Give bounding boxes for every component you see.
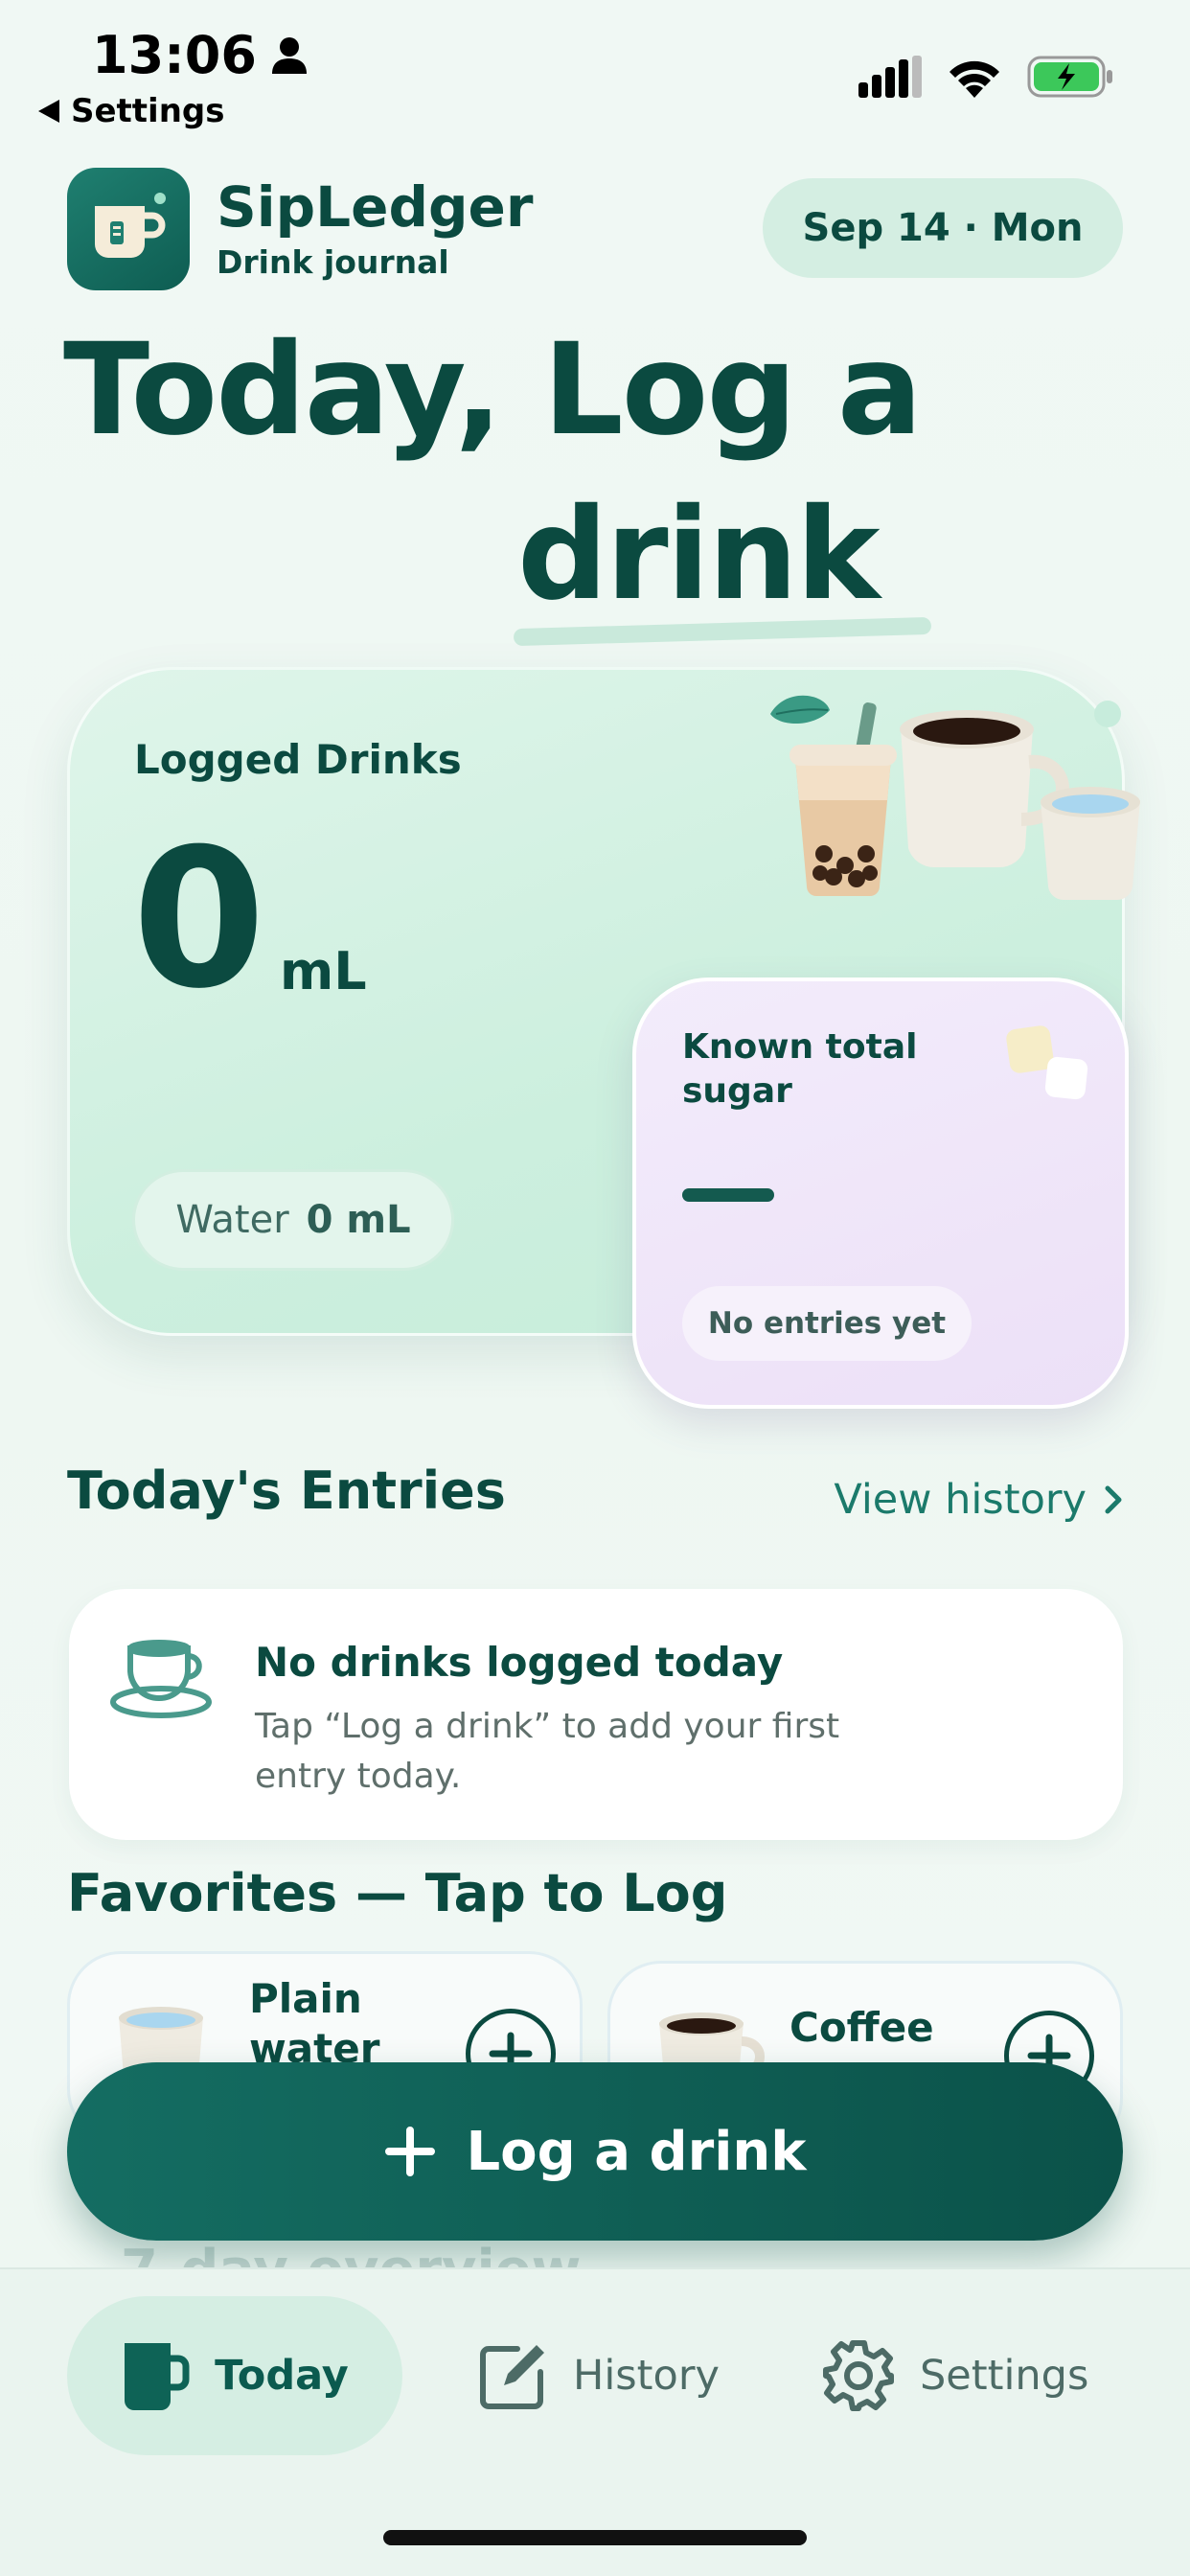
app-logo	[67, 168, 190, 290]
drinks-illustration	[770, 695, 1140, 901]
summary-value: 0	[132, 808, 266, 1031]
sugar-empty-dash	[682, 1188, 774, 1202]
entries-title: Today's Entries	[67, 1460, 506, 1521]
summary-label: Logged Drinks	[134, 736, 462, 783]
water-pill: Water 0 mL	[132, 1169, 454, 1271]
status-time: 13:06	[92, 25, 309, 85]
view-history-link[interactable]: View history	[834, 1476, 1123, 1524]
mug-icon	[125, 2343, 190, 2410]
person-icon	[271, 36, 307, 74]
favorite-label-coffee: Coffee	[790, 2004, 934, 2051]
back-triangle-icon	[38, 100, 59, 123]
battery-charging-icon	[1027, 56, 1112, 98]
cellular-signal-icon	[858, 56, 922, 98]
edit-note-icon	[480, 2345, 544, 2409]
water-value: 0 mL	[306, 1198, 411, 1242]
water-label: Water	[175, 1198, 289, 1242]
clock: 13:06	[92, 25, 257, 85]
app-subtitle: Drink journal	[217, 243, 449, 281]
gear-icon	[823, 2340, 894, 2411]
tab-settings[interactable]: Settings	[822, 2296, 1088, 2455]
log-drink-label: Log a drink	[466, 2120, 807, 2183]
plus-icon	[385, 2127, 436, 2176]
wifi-icon	[950, 60, 999, 98]
tab-today[interactable]: Today	[67, 2296, 402, 2455]
back-to-settings[interactable]: Settings	[38, 92, 225, 130]
favorite-label-water: Plain water	[249, 1975, 380, 2072]
empty-entries-description: Tap “Log a drink” to add your first entr…	[255, 1707, 840, 1796]
sugar-title: Known total sugar	[682, 1027, 918, 1111]
status-indicators	[858, 56, 1113, 98]
date-pill[interactable]: Sep 14 · Mon	[763, 178, 1123, 278]
sugar-cubes-icon	[1006, 1025, 1088, 1100]
favorites-title: Favorites — Tap to Log	[67, 1863, 728, 1923]
tab-history-label: History	[573, 2352, 720, 2400]
home-indicator	[383, 2530, 807, 2545]
app-screen: 13:06 Settings SipLedger Drink journal S…	[0, 0, 1190, 2576]
back-label: Settings	[71, 92, 225, 130]
log-drink-button[interactable]: Log a drink	[67, 2062, 1123, 2241]
tab-history[interactable]: History	[479, 2296, 720, 2455]
hero-title-line2: drink	[517, 481, 881, 629]
tab-today-label: Today	[215, 2352, 349, 2400]
sugar-status-pill: No entries yet	[682, 1286, 972, 1361]
cup-logo-icon	[95, 193, 166, 258]
view-history-label: View history	[834, 1476, 1087, 1524]
app-name: SipLedger	[217, 174, 534, 240]
tab-settings-label: Settings	[920, 2352, 1089, 2400]
summary-unit: mL	[280, 941, 367, 1001]
chevron-right-icon	[1105, 1485, 1122, 1514]
hero-title-line1: Today, Log a	[63, 316, 923, 464]
empty-entries-title: No drinks logged today	[255, 1639, 784, 1686]
teacup-icon	[110, 1640, 212, 1718]
